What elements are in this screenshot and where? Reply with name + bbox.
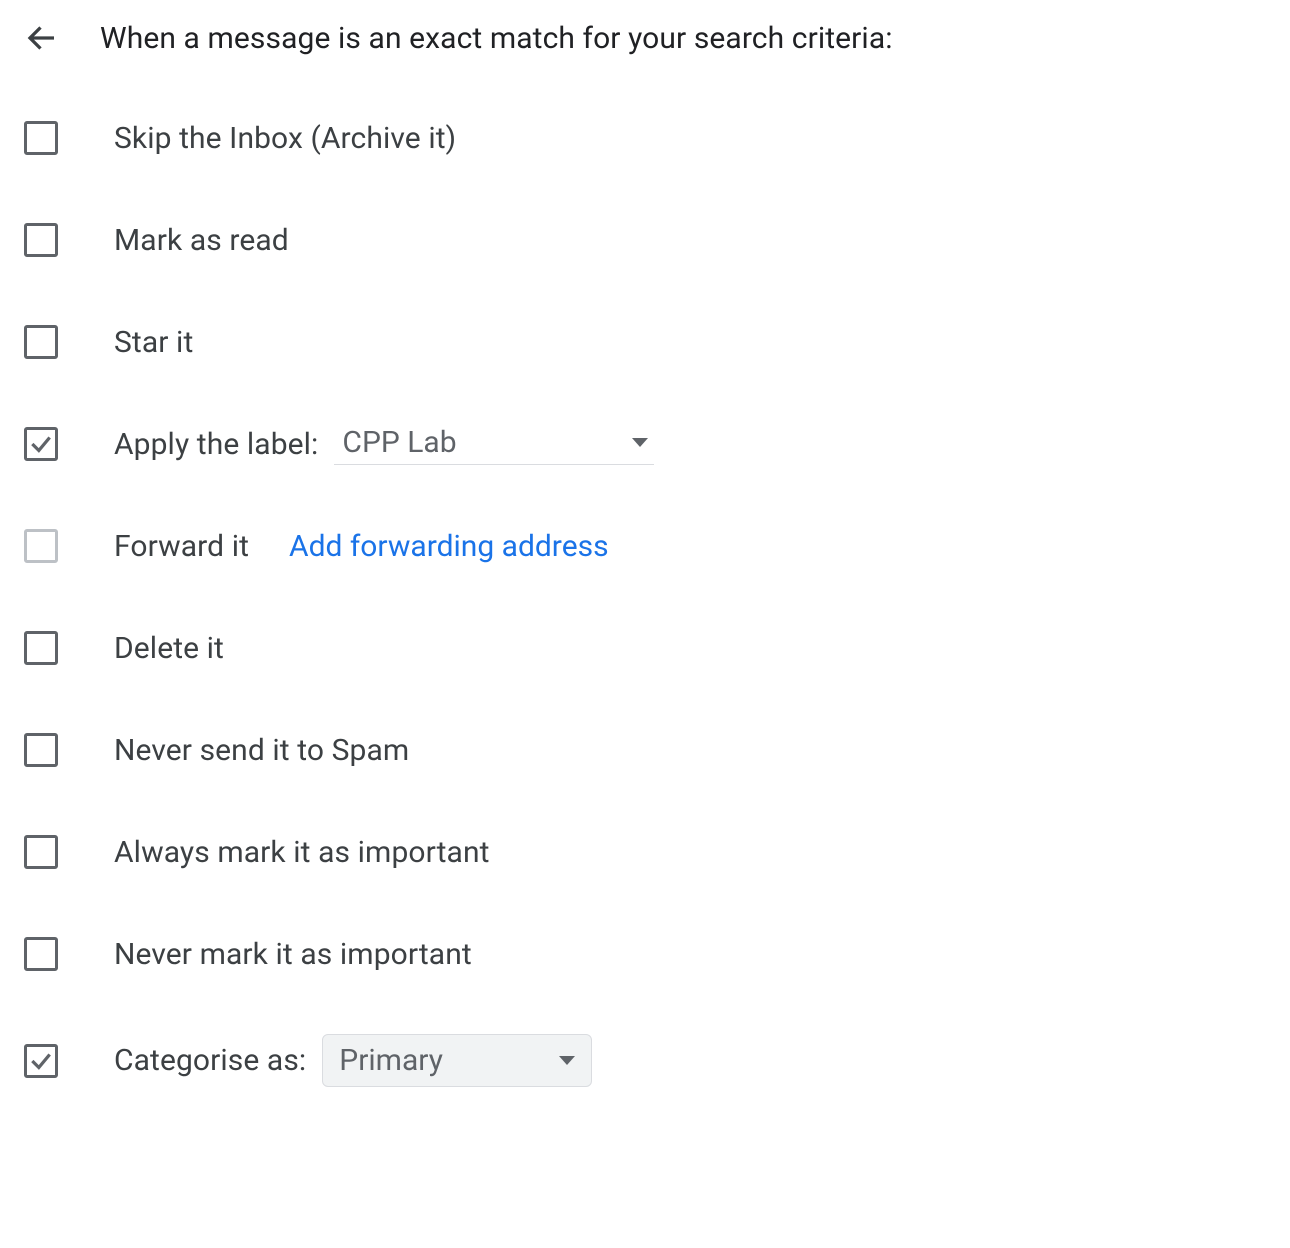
option-always-important: Always mark it as important [24, 830, 1266, 874]
page-title: When a message is an exact match for you… [100, 21, 893, 56]
chevron-down-icon [559, 1056, 575, 1065]
option-forward: Forward it Add forwarding address [24, 524, 1266, 568]
category-dropdown-value: Primary [339, 1043, 443, 1078]
option-mark-read: Mark as read [24, 218, 1266, 262]
option-skip-inbox: Skip the Inbox (Archive it) [24, 116, 1266, 160]
option-never-important: Never mark it as important [24, 932, 1266, 976]
label-forward: Forward it [114, 529, 249, 564]
label-never-important: Never mark it as important [114, 937, 472, 972]
checkbox-delete[interactable] [24, 631, 58, 665]
chevron-down-icon [632, 438, 648, 447]
label-skip-inbox: Skip the Inbox (Archive it) [114, 121, 456, 156]
checkbox-never-important[interactable] [24, 937, 58, 971]
label-dropdown[interactable]: CPP Lab [334, 423, 654, 465]
label-delete: Delete it [114, 631, 224, 666]
category-dropdown[interactable]: Primary [322, 1034, 592, 1087]
checkbox-skip-inbox[interactable] [24, 121, 58, 155]
checkbox-mark-read[interactable] [24, 223, 58, 257]
checkbox-star[interactable] [24, 325, 58, 359]
option-never-spam: Never send it to Spam [24, 728, 1266, 772]
checkbox-always-important[interactable] [24, 835, 58, 869]
checkbox-apply-label[interactable] [24, 427, 58, 461]
checkbox-categorise[interactable] [24, 1044, 58, 1078]
label-never-spam: Never send it to Spam [114, 733, 409, 768]
label-star: Star it [114, 325, 193, 360]
option-delete: Delete it [24, 626, 1266, 670]
option-apply-label: Apply the label: CPP Lab [24, 422, 1266, 466]
option-categorise: Categorise as: Primary [24, 1034, 1266, 1087]
filter-header: When a message is an exact match for you… [24, 20, 1266, 56]
option-star: Star it [24, 320, 1266, 364]
add-forwarding-address-link[interactable]: Add forwarding address [289, 529, 609, 564]
back-arrow-icon[interactable] [24, 20, 60, 56]
label-apply-label: Apply the label: [114, 427, 318, 462]
label-always-important: Always mark it as important [114, 835, 490, 870]
checkbox-never-spam[interactable] [24, 733, 58, 767]
label-dropdown-value: CPP Lab [342, 425, 456, 460]
label-categorise: Categorise as: [114, 1043, 306, 1078]
label-mark-read: Mark as read [114, 223, 289, 258]
checkbox-forward[interactable] [24, 529, 58, 563]
